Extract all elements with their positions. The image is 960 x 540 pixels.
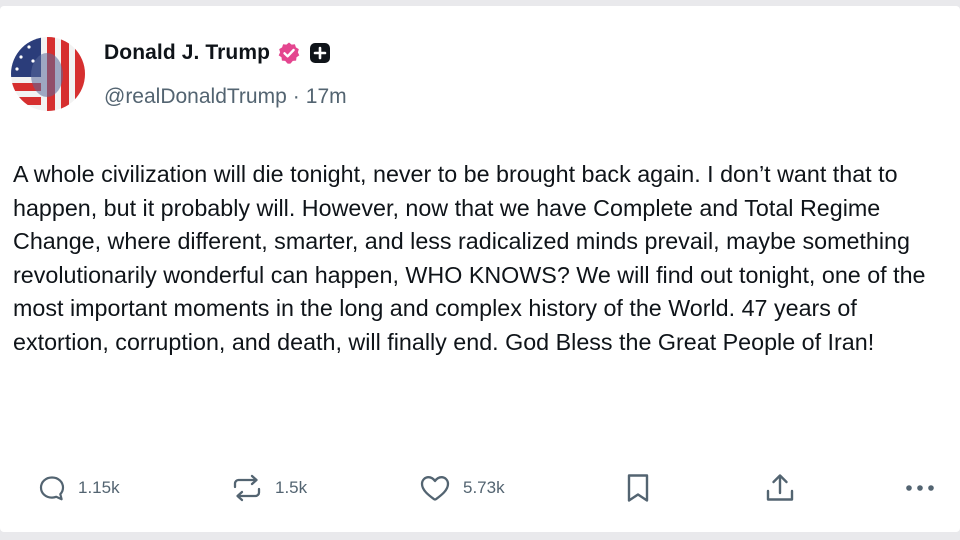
avatar-image xyxy=(11,37,85,111)
heart-icon xyxy=(418,473,452,503)
avatar[interactable] xyxy=(11,37,85,111)
bookmark-icon xyxy=(624,471,652,505)
more-button[interactable] xyxy=(903,464,937,512)
plus-badge-icon xyxy=(309,42,331,64)
reply-count: 1.15k xyxy=(78,478,120,497)
post-timestamp[interactable]: 17m xyxy=(306,85,347,109)
bookmark-button[interactable] xyxy=(624,464,652,512)
author-handle[interactable]: @realDonaldTrump xyxy=(104,85,287,109)
like-button[interactable]: 5.73k xyxy=(418,464,505,512)
author-name-row: Donald J. Trump xyxy=(104,38,331,68)
more-icon xyxy=(903,482,937,494)
repost-icon xyxy=(230,473,264,503)
reply-button[interactable]: 1.15k xyxy=(37,464,120,512)
post-action-bar: 1.15k 1.5k 5.73k xyxy=(0,464,960,512)
author-meta-row: @realDonaldTrump · 17m xyxy=(104,85,347,109)
repost-button[interactable]: 1.5k xyxy=(230,464,307,512)
author-display-name[interactable]: Donald J. Trump xyxy=(104,41,270,65)
like-count: 5.73k xyxy=(463,478,505,497)
verified-badge-icon xyxy=(277,41,301,65)
reply-icon xyxy=(37,473,67,503)
post-body-text: A whole civilization will die tonight, n… xyxy=(13,161,932,355)
meta-separator: · xyxy=(292,85,300,108)
post-card: Donald J. Trump @realDonaldTrump · 17m A… xyxy=(0,6,960,532)
share-icon xyxy=(763,471,797,505)
repost-count: 1.5k xyxy=(275,478,308,497)
share-button[interactable] xyxy=(763,464,797,512)
